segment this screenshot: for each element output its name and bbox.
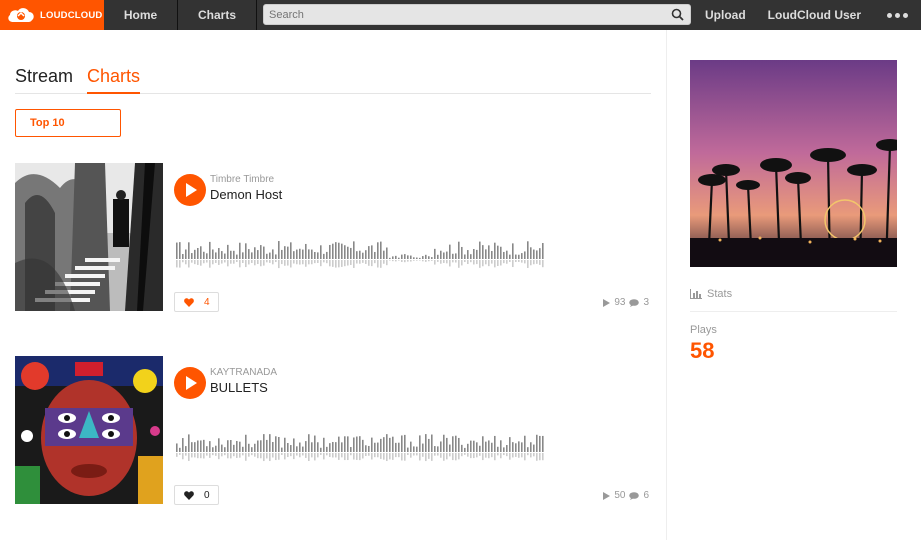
sidebar-divider: [666, 30, 667, 540]
track-artist[interactable]: Timbre Timbre: [210, 174, 274, 185]
search-box: [263, 4, 691, 25]
stats-header: Stats: [690, 282, 897, 312]
play-count: 50: [614, 490, 626, 501]
like-button[interactable]: 0: [174, 485, 219, 505]
main-content: Stream Charts Top 10 Timbre Timbre Demon…: [15, 30, 651, 540]
track-stats: 50 6: [603, 490, 649, 501]
play-count-icon: [603, 298, 611, 307]
top-10-button[interactable]: Top 10: [15, 109, 121, 137]
cloud-logo-icon: [8, 8, 34, 22]
track-artwork[interactable]: [15, 163, 163, 311]
play-button[interactable]: [174, 174, 206, 206]
like-button[interactable]: 4: [174, 292, 219, 312]
tab-bar: Stream Charts: [15, 66, 651, 94]
search-icon[interactable]: [671, 8, 684, 21]
nav-right: Upload LoudCloud User: [705, 0, 908, 30]
brand-name: LOUDCLOUD: [40, 9, 103, 21]
comment-icon: [629, 298, 640, 307]
sidebar: Stats Plays 58: [690, 60, 897, 364]
stats-label: Stats: [707, 287, 733, 300]
comment-icon: [629, 491, 640, 500]
upload-link[interactable]: Upload: [705, 8, 746, 22]
play-count-icon: [603, 491, 611, 500]
comment-count: 3: [643, 297, 649, 308]
plays-label: Plays: [690, 324, 717, 336]
play-button[interactable]: [174, 367, 206, 399]
heart-icon: [184, 297, 194, 307]
search-input[interactable]: [264, 5, 690, 25]
track-item: KAYTRANADA BULLETS 0 50 6: [15, 356, 651, 506]
tab-stream[interactable]: Stream: [15, 66, 73, 87]
logo[interactable]: LOUDCLOUD: [0, 0, 104, 30]
like-count: 4: [204, 296, 210, 308]
waveform[interactable]: [176, 422, 546, 468]
comment-count: 6: [643, 490, 649, 501]
bar-chart-icon: [690, 288, 702, 299]
nav-home[interactable]: Home: [104, 0, 178, 30]
track-stats: 93 3: [603, 297, 649, 308]
track-title[interactable]: BULLETS: [210, 380, 268, 395]
play-count: 93: [614, 297, 626, 308]
track-title[interactable]: Demon Host: [210, 187, 282, 202]
ellipsis-icon[interactable]: [887, 12, 908, 18]
tab-charts[interactable]: Charts: [87, 66, 141, 94]
track-item: Timbre Timbre Demon Host 4 93 3: [15, 163, 651, 313]
waveform[interactable]: [176, 229, 546, 275]
user-menu[interactable]: LoudCloud User: [768, 8, 861, 22]
sidebar-artwork[interactable]: [690, 60, 897, 267]
plays-value: 58: [690, 338, 715, 363]
track-artist[interactable]: KAYTRANADA: [210, 367, 277, 378]
track-artwork[interactable]: [15, 356, 163, 504]
nav-charts[interactable]: Charts: [178, 0, 257, 30]
heart-icon: [184, 490, 194, 500]
top-navbar: LOUDCLOUD Home Charts Upload LoudCloud U…: [0, 0, 921, 30]
like-count: 0: [204, 489, 210, 501]
